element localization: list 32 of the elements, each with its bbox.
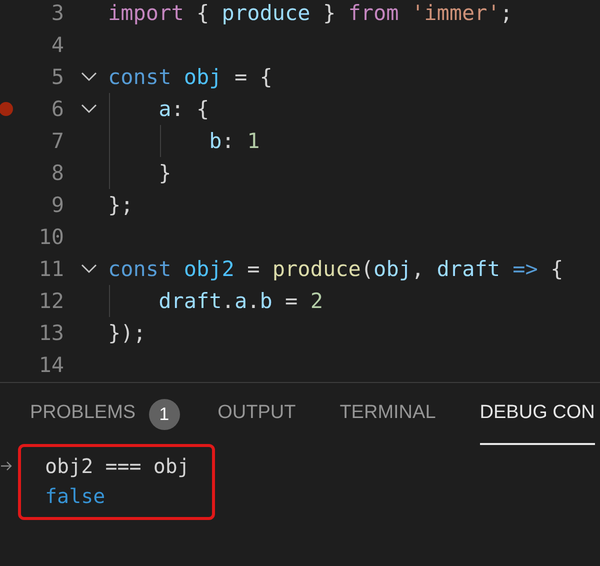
code-line: b: 1	[209, 129, 260, 153]
chevron-down-icon[interactable]	[81, 72, 97, 82]
code-line: draft.a.b = 2	[158, 289, 323, 313]
arrow-right-icon	[1, 461, 13, 471]
line-number: 11	[38, 257, 64, 281]
code-line: import { produce } from 'immer';	[108, 1, 513, 25]
code-line: a: {	[158, 97, 210, 121]
line-number: 12	[38, 289, 64, 313]
code-line: };	[108, 193, 134, 217]
line-number: 10	[38, 225, 64, 249]
line-number: 4	[51, 33, 64, 57]
panel-tab[interactable]: TERMINAL	[340, 383, 436, 445]
line-number: 7	[51, 129, 64, 153]
code-line: }	[158, 161, 172, 185]
line-number: 14	[38, 353, 64, 377]
line-number: 13	[38, 321, 64, 345]
code-line: const obj2 = produce(obj, draft => {	[108, 257, 564, 281]
count-badge: 1	[148, 398, 180, 430]
line-number: 5	[51, 65, 64, 89]
panel-tab[interactable]: DEBUG CON	[480, 383, 595, 445]
chevron-down-icon[interactable]	[81, 264, 97, 274]
expression-text: obj2 === obj	[45, 454, 190, 478]
line-number: 8	[51, 161, 64, 185]
panel-tab[interactable]: OUTPUT	[218, 383, 296, 445]
line-number: 9	[51, 193, 64, 217]
line-number: 6	[51, 97, 64, 121]
code-line: });	[108, 321, 146, 345]
code-line: const obj = {	[108, 65, 272, 89]
line-number: 3	[51, 1, 64, 25]
panel-tab[interactable]: PROBLEMS	[30, 383, 136, 445]
result-text: false	[45, 484, 106, 508]
chevron-down-icon[interactable]	[81, 104, 97, 114]
